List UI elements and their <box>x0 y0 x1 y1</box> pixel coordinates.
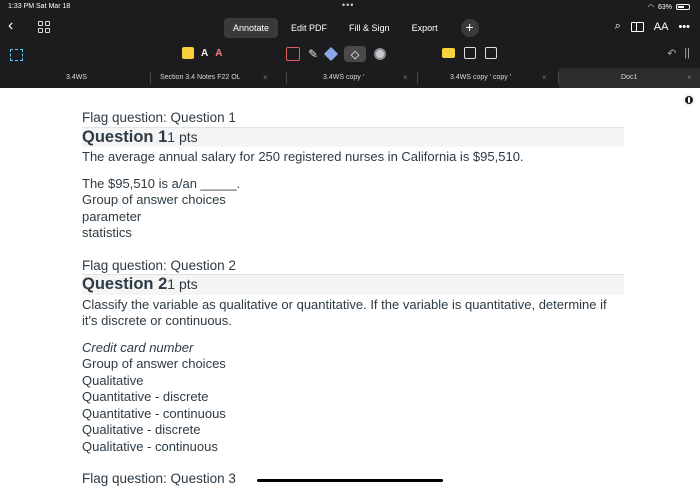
answer-choice[interactable]: Quantitative - continuous <box>82 406 622 423</box>
tab-export[interactable]: Export <box>403 18 447 38</box>
tab-edit-pdf[interactable]: Edit PDF <box>282 18 336 38</box>
mode-tabs: Annotate Edit PDF Fill & Sign Export + <box>224 18 479 38</box>
doc-tab-3-4ws[interactable]: 3.4WS <box>0 68 150 88</box>
menu-right: ⌕ AA ••• <box>615 20 690 33</box>
status-right: ◠ 63% <box>648 3 690 11</box>
doc-tab-label: 3.4WS copy ' <box>323 74 365 81</box>
doc-tab-label: Doc1 <box>621 74 638 81</box>
eraser-button[interactable]: ◇ <box>344 46 367 62</box>
tab-annotate[interactable]: Annotate <box>224 18 279 38</box>
scroll-handle[interactable] <box>683 94 695 106</box>
tools-right <box>442 47 497 59</box>
undo-area: ↶ || <box>667 47 690 60</box>
question-1-choices-label: Group of answer choices <box>82 192 226 207</box>
question-2-variable: Credit card number <box>82 339 194 355</box>
app-chrome: 1:33 PM Sat Mar 18 ••• ◠ 63% ‹ Annotate … <box>0 0 700 88</box>
close-icon[interactable]: × <box>263 73 268 82</box>
battery-icon <box>676 4 690 10</box>
question-2-title: Question 2 <box>82 275 168 293</box>
search-icon[interactable]: ⌕ <box>615 20 621 33</box>
doc-tab-3-4ws-copy-copy[interactable]: 3.4WS copy ' copy ' × <box>418 68 558 88</box>
close-icon[interactable]: × <box>687 73 692 82</box>
comment-icon[interactable] <box>442 48 455 58</box>
question-2-header: Question 21 pts <box>82 274 624 295</box>
doc-tab-label: 3.4WS <box>66 74 88 81</box>
question-1-prompt: The $95,510 is a/an _____. <box>82 175 241 191</box>
grid-view-icon[interactable] <box>38 21 50 33</box>
more-icon[interactable]: ••• <box>678 21 690 33</box>
shape-tool-icon[interactable] <box>286 47 300 61</box>
close-icon[interactable]: × <box>542 73 547 82</box>
add-button[interactable]: + <box>460 19 479 37</box>
question-1-title: Question 1 <box>82 127 168 146</box>
question-1-header: Question 11 pts <box>82 126 624 147</box>
highlighter-icon[interactable] <box>323 46 339 62</box>
annotation-toolbar: A A ✎ ◇ ↶ || <box>0 42 700 68</box>
multitask-dots[interactable]: ••• <box>342 0 354 10</box>
question-2-points: 1 pts <box>167 276 198 292</box>
tools-left: A A <box>182 47 222 59</box>
home-indicator <box>257 479 443 482</box>
document-page: Flag question: Question 1 Question 11 pt… <box>82 110 624 487</box>
question-2-text: Classify the variable as qualitative or … <box>82 296 607 329</box>
doc-tab-3-4ws-copy[interactable]: 3.4WS copy ' × <box>287 68 417 88</box>
text-tool-icon[interactable]: A <box>201 48 208 59</box>
flag-question-2-link[interactable]: Flag question: Question 2 <box>82 258 622 275</box>
pause-icon[interactable]: || <box>684 47 690 60</box>
stamp-icon[interactable] <box>464 47 476 59</box>
answer-choice[interactable]: Qualitative - continuous <box>82 439 622 456</box>
menu-bar: ‹ Annotate Edit PDF Fill & Sign Export +… <box>0 14 700 42</box>
question-2-choices-label: Group of answer choices <box>82 356 226 371</box>
wifi-icon: ◠ <box>647 4 654 11</box>
strikethrough-icon[interactable]: A <box>215 48 222 59</box>
answer-choice[interactable]: statistics <box>82 225 622 242</box>
doc-tab-doc1[interactable]: Doc1 × <box>559 68 700 88</box>
back-icon[interactable]: ‹ <box>8 17 13 35</box>
tab-fill-sign[interactable]: Fill & Sign <box>340 18 399 38</box>
text-size-button[interactable]: AA <box>654 21 669 33</box>
answer-choice[interactable]: parameter <box>82 209 622 226</box>
undo-icon[interactable]: ↶ <box>667 47 676 60</box>
tools-mid: ✎ ◇ <box>286 46 387 62</box>
doc-tab-label: 3.4WS copy ' copy ' <box>450 74 512 81</box>
battery-percent: 63% <box>657 3 672 11</box>
status-bar: 1:33 PM Sat Mar 18 ••• ◠ 63% <box>0 0 700 14</box>
sticky-note-icon[interactable] <box>182 47 194 59</box>
close-icon[interactable]: × <box>403 73 408 82</box>
question-1-text: The average annual salary for 250 regist… <box>82 149 524 164</box>
doc-tab-label: Section 3.4 Notes F22 OL <box>160 74 241 81</box>
color-picker-icon[interactable] <box>374 48 387 60</box>
flag-question-1-link[interactable]: Flag question: Question 1 <box>82 110 622 127</box>
status-time: 1:33 PM Sat Mar 18 <box>8 3 71 10</box>
select-icon[interactable] <box>10 49 23 61</box>
answer-choice[interactable]: Qualitative <box>82 373 622 390</box>
attach-icon[interactable] <box>485 47 497 59</box>
document-tabs: 3.4WS Section 3.4 Notes F22 OL × 3.4WS c… <box>0 68 700 88</box>
eraser-icon: ◇ <box>350 48 360 61</box>
pen-icon[interactable]: ✎ <box>308 47 318 61</box>
answer-choice[interactable]: Qualitative - discrete <box>82 422 622 439</box>
doc-tab-section-notes[interactable]: Section 3.4 Notes F22 OL × <box>151 68 286 88</box>
answer-choice[interactable]: Quantitative - discrete <box>82 389 622 406</box>
question-1-points: 1 pts <box>167 128 198 145</box>
book-icon[interactable] <box>630 21 644 32</box>
